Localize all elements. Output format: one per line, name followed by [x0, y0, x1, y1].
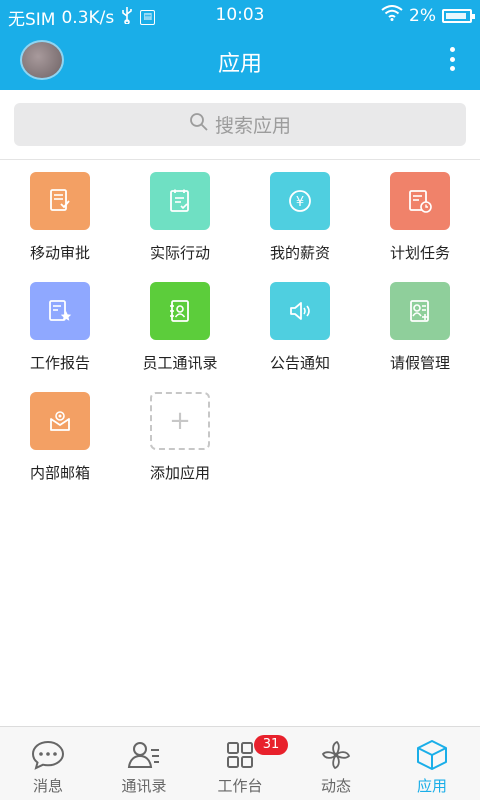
- add-app-button[interactable]: + 添加应用: [120, 380, 240, 490]
- add-app-label: 添加应用: [149, 464, 210, 482]
- app-item-plan-task[interactable]: 计划任务: [360, 160, 480, 270]
- search-placeholder: 搜索应用: [214, 115, 291, 137]
- app-label: 工作报告: [29, 354, 90, 372]
- app-item-leave[interactable]: 请假管理: [360, 270, 480, 380]
- app-label: 员工通讯录: [142, 354, 218, 372]
- cube-icon: [414, 739, 450, 771]
- status-bar: 无SIM 0.3K/s ▤ 10:03 2%: [0, 0, 480, 30]
- battery-percent: 2%: [409, 5, 436, 26]
- app-bar: 应用: [0, 30, 480, 90]
- leave-icon: [390, 282, 450, 340]
- search-section: 搜索应用: [0, 90, 480, 160]
- status-right: 2%: [381, 5, 475, 26]
- app-item-salary[interactable]: ¥ 我的薪资: [240, 160, 360, 270]
- tab-apps[interactable]: 应用: [384, 727, 480, 800]
- task-plan-icon: [390, 172, 450, 230]
- wifi-icon: [381, 5, 403, 26]
- checklist-icon: [150, 172, 210, 230]
- tab-label: 动态: [320, 777, 351, 795]
- report-icon: [30, 282, 90, 340]
- bottom-tab-bar: 消息 通讯录 31 工作台 动态 应用: [0, 726, 480, 800]
- chat-bubble-icon: [30, 739, 66, 771]
- app-label: 公告通知: [269, 354, 330, 372]
- app-item-employee-contacts[interactable]: 员工通讯录: [120, 270, 240, 380]
- search-icon: [189, 112, 209, 137]
- app-item-mobile-approval[interactable]: 移动审批: [0, 160, 120, 270]
- tab-label: 通讯录: [121, 777, 167, 795]
- notification-badge: 31: [254, 735, 288, 755]
- app-label: 内部邮箱: [29, 464, 90, 482]
- battery-icon: [442, 8, 475, 23]
- app-item-action[interactable]: 实际行动: [120, 160, 240, 270]
- tab-label: 工作台: [217, 777, 263, 795]
- approval-icon: [30, 172, 90, 230]
- mailbox-icon: [30, 392, 90, 450]
- pinwheel-icon: [318, 739, 354, 771]
- app-item-announcement[interactable]: 公告通知: [240, 270, 360, 380]
- tab-label: 消息: [32, 777, 63, 795]
- announcement-icon: [270, 282, 330, 340]
- tab-workbench[interactable]: 31 工作台: [192, 727, 288, 800]
- contacts-icon: [126, 739, 162, 771]
- tab-contacts[interactable]: 通讯录: [96, 727, 192, 800]
- search-input[interactable]: 搜索应用: [14, 103, 466, 146]
- more-menu-icon[interactable]: [440, 44, 464, 74]
- app-label: 实际行动: [149, 244, 210, 262]
- svg-text:¥: ¥: [296, 195, 304, 210]
- page-title: 应用: [217, 52, 262, 77]
- app-item-internal-mail[interactable]: 内部邮箱: [0, 380, 120, 490]
- app-label: 计划任务: [389, 244, 450, 262]
- app-item-work-report[interactable]: 工作报告: [0, 270, 120, 380]
- tab-messages[interactable]: 消息: [0, 727, 96, 800]
- app-label: 我的薪资: [269, 244, 330, 262]
- grid-icon: [222, 739, 258, 771]
- salary-icon: ¥: [270, 172, 330, 230]
- plus-icon: +: [150, 392, 210, 450]
- app-label: 移动审批: [29, 244, 90, 262]
- contacts-book-icon: [150, 282, 210, 340]
- tab-label: 应用: [416, 777, 447, 795]
- tab-dynamics[interactable]: 动态: [288, 727, 384, 800]
- app-label: 请假管理: [389, 354, 450, 372]
